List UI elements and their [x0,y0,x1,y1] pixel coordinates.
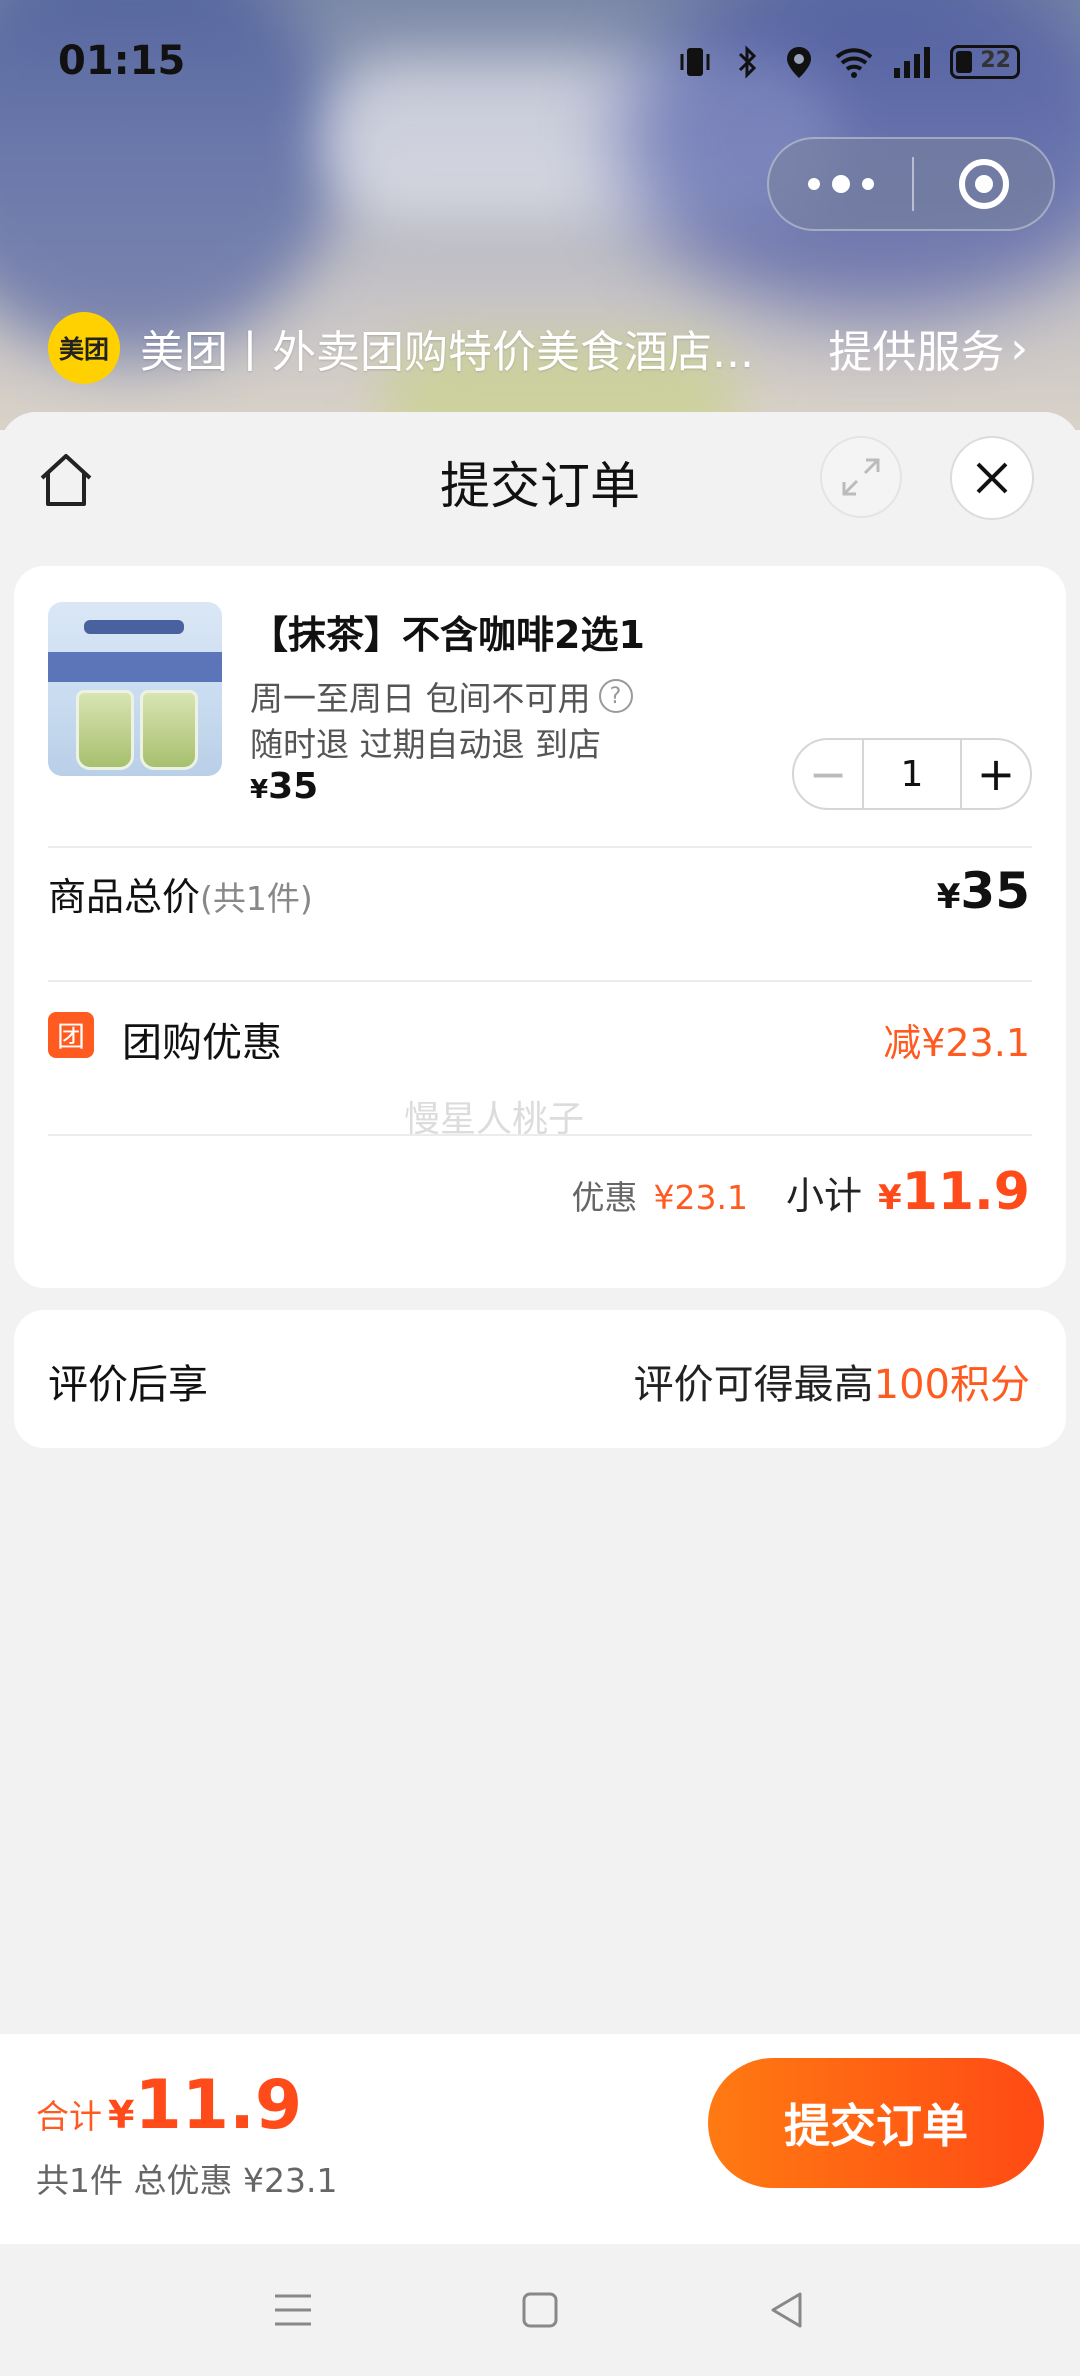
availability-text: 周一至周日 包间不可用 [250,679,591,718]
more-button[interactable] [769,139,912,229]
menu-button[interactable] [263,2280,323,2340]
coupon-label: 团购优惠 [122,1020,282,1066]
discount-label: 优惠 [571,1178,638,1217]
coupon-value[interactable]: 减¥23.1 [883,1012,1030,1067]
order-card: 【抹茶】不含咖啡2选1 周一至周日 包间不可用 ? 随时退 过期自动退 到店 ¥… [14,566,1066,1288]
wifi-icon [835,48,873,78]
capsule-close-button[interactable] [914,139,1053,229]
product-refund-policy: 随时退 过期自动退 到店 [250,725,601,764]
location-icon [787,47,811,78]
checkout-bar: 合计 ¥ 11.9 共1件 总优惠 ¥23.1 提交订单 [0,2034,1080,2244]
total-label: 商品总价(共1件) [48,875,313,919]
status-icons: 22 [678,44,1020,80]
help-icon[interactable]: ? [598,679,633,713]
expand-icon [842,458,880,496]
sum-label: 合计 [36,2097,102,2136]
review-card[interactable]: 评价后享 评价可得最高100积分 [14,1310,1066,1448]
battery-icon: 22 [950,45,1020,79]
back-nav-button[interactable] [757,2280,817,2340]
back-triangle-icon [771,2292,802,2328]
meituan-logo: 美团 [48,312,120,384]
divider [48,846,1032,848]
subtotal-value: ¥11.9 [878,1162,1030,1222]
sum-currency: ¥ [108,2093,135,2137]
menu-icon [275,2294,312,2326]
divider [48,1134,1032,1136]
increase-button[interactable]: + [962,740,1030,808]
status-bar: 01:15 22 [0,0,1080,128]
close-button[interactable] [950,436,1034,520]
submit-order-button[interactable]: 提交订单 [708,2058,1044,2188]
review-reward: 评价可得最高100积分 [633,1362,1030,1408]
close-icon [976,462,1008,494]
review-label: 评价后享 [48,1362,208,1408]
service-label: 提供服务 [828,327,1005,378]
discount-value: ¥23.1 [653,1178,748,1217]
subtotal-label: 小计 [786,1174,863,1218]
home-nav-button[interactable] [510,2280,570,2340]
subtotal-row: 优惠 ¥23.1 小计 ¥11.9 [572,1162,1030,1222]
miniprogram-capsule [767,137,1055,231]
divider [48,980,1032,982]
vibrate-icon [680,48,710,76]
quantity-value[interactable]: 1 [862,740,962,808]
target-icon [958,159,1009,209]
miniprogram-name: 美团丨外卖团购特价美食酒店... [140,327,754,378]
sum-detail: 共1件 总优惠 ¥23.1 [36,2161,338,2200]
product-price: ¥35 [250,766,319,807]
service-provider-link[interactable]: 提供服务 › [828,316,1028,380]
system-nav-bar [0,2244,1080,2376]
quantity-stepper: − 1 + [792,738,1032,810]
coupon-badge-icon: 团 [48,1012,94,1058]
signal-icon [894,47,930,78]
expand-button[interactable] [820,436,902,518]
miniprogram-bar: 美团 美团丨外卖团购特价美食酒店... 提供服务 › [48,312,1028,384]
bluetooth-icon [738,45,757,79]
chevron-right-icon: › [1010,322,1028,374]
sheet-header: 提交订单 [0,412,1080,552]
decrease-button[interactable]: − [794,740,862,808]
page-title: 提交订单 [440,457,640,515]
total-price: ¥35 [936,862,1030,920]
sum-value: 11.9 [134,2066,303,2145]
product-availability: 周一至周日 包间不可用 ? [250,672,633,720]
total-sum: 合计 ¥ 11.9 [36,2066,302,2145]
home-square-icon [522,2292,558,2328]
product-title: 【抹茶】不含咖啡2选1 [250,613,645,657]
product-image [48,602,222,776]
status-time: 01:15 [58,38,186,84]
